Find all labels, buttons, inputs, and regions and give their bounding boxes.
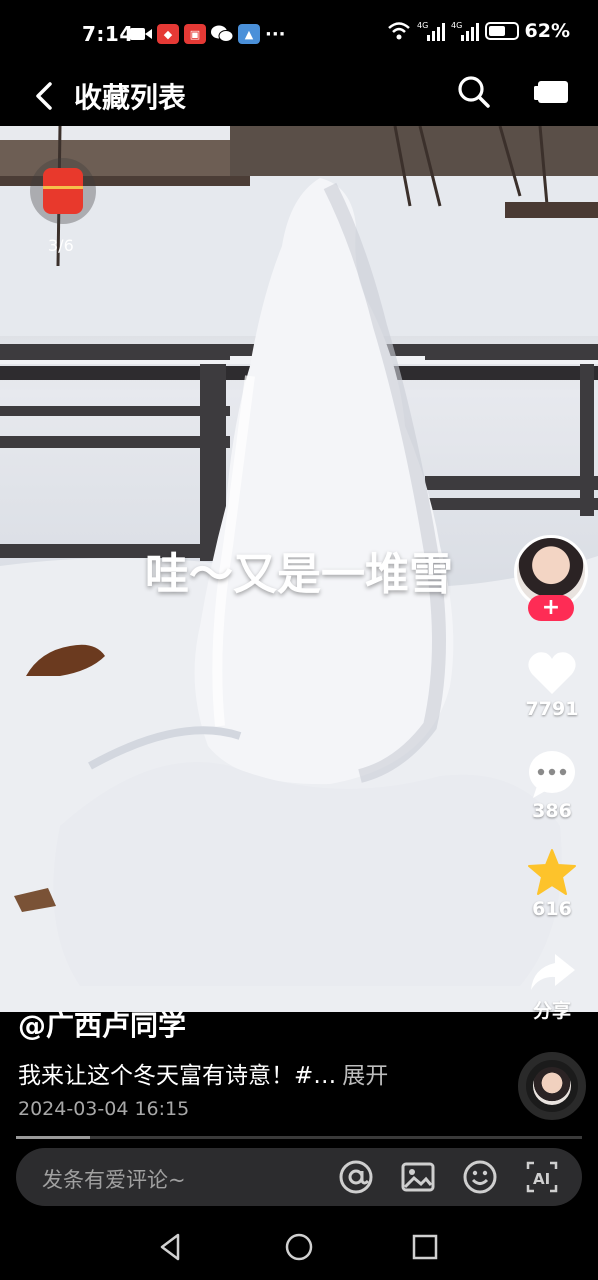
video-camera-icon: [130, 28, 152, 40]
status-time: 7:14: [82, 22, 134, 46]
system-recents-icon[interactable]: [408, 1230, 442, 1264]
comment-input-bar[interactable]: 发条有爱评论~ AI: [16, 1148, 582, 1206]
share-label: 分享: [532, 1000, 571, 1022]
star-icon: [528, 849, 576, 895]
comment-count: 386: [532, 800, 572, 822]
system-nav-bar: [0, 1212, 598, 1280]
top-nav-bar: 收藏列表: [0, 68, 598, 126]
status-bar: 7:14 ◆ ▣ ▲ ··· 4G 4G 62%: [0, 0, 598, 68]
emoji-icon[interactable]: [462, 1159, 498, 1195]
svg-text:4G: 4G: [417, 21, 428, 30]
app-icon: ▲: [238, 24, 260, 44]
comment-placeholder[interactable]: 发条有爱评论~: [42, 1164, 186, 1194]
video-player[interactable]: 3/6 哇～又是一堆雪: [0, 126, 598, 1012]
post-description: 我来让这个冬天富有诗意！#…: [18, 1063, 337, 1089]
mention-at-icon[interactable]: [338, 1159, 374, 1195]
cast-screen-icon[interactable]: [532, 78, 570, 108]
wifi-icon: [387, 22, 410, 40]
red-envelope-icon: [43, 168, 83, 214]
svg-text:4G: 4G: [451, 21, 462, 30]
red-packet-widget[interactable]: [30, 158, 96, 224]
ai-icon[interactable]: AI: [524, 1159, 560, 1195]
like-button[interactable]: 7791: [512, 650, 592, 720]
image-icon[interactable]: [400, 1159, 436, 1195]
more-icon: ···: [265, 23, 286, 45]
video-progress-bar[interactable]: [16, 1136, 582, 1139]
follow-button[interactable]: +: [528, 595, 574, 621]
system-back-icon[interactable]: [154, 1230, 188, 1264]
page-title: 收藏列表: [74, 81, 187, 114]
post-date: 2024-03-04 16:15: [18, 1098, 190, 1120]
share-button[interactable]: 分享: [512, 950, 592, 1023]
favorite-count: 616: [532, 898, 572, 920]
4g-signal-icon: 4G: [417, 21, 445, 41]
favorite-button[interactable]: 616: [512, 848, 592, 920]
app-badge-icon: ◆: [157, 24, 179, 44]
heart-icon: [528, 652, 576, 694]
author-name[interactable]: @广西卢同学: [18, 1004, 186, 1044]
music-disc[interactable]: [518, 1052, 586, 1120]
svg-text:AI: AI: [533, 1170, 550, 1188]
comment-bubble-icon: [529, 751, 575, 798]
expand-link[interactable]: 展开: [342, 1063, 388, 1089]
wechat-icon: [211, 25, 233, 42]
4g-signal-icon: 4G: [451, 21, 479, 41]
search-icon[interactable]: [456, 74, 492, 110]
notebook-icon: ▣: [184, 24, 206, 44]
red-packet-counter: 3/6: [48, 236, 74, 255]
back-arrow-icon[interactable]: [30, 78, 58, 114]
system-home-icon[interactable]: [282, 1230, 316, 1264]
like-count: 7791: [525, 698, 579, 720]
battery-icon: [484, 22, 519, 40]
share-arrow-icon: [531, 954, 575, 990]
post-description-row: 我来让这个冬天富有诗意！#… 展开: [18, 1056, 388, 1090]
comment-button[interactable]: 386: [512, 750, 592, 822]
video-caption-overlay: 哇～又是一堆雪: [145, 549, 453, 600]
battery-percent: 62%: [524, 20, 570, 42]
